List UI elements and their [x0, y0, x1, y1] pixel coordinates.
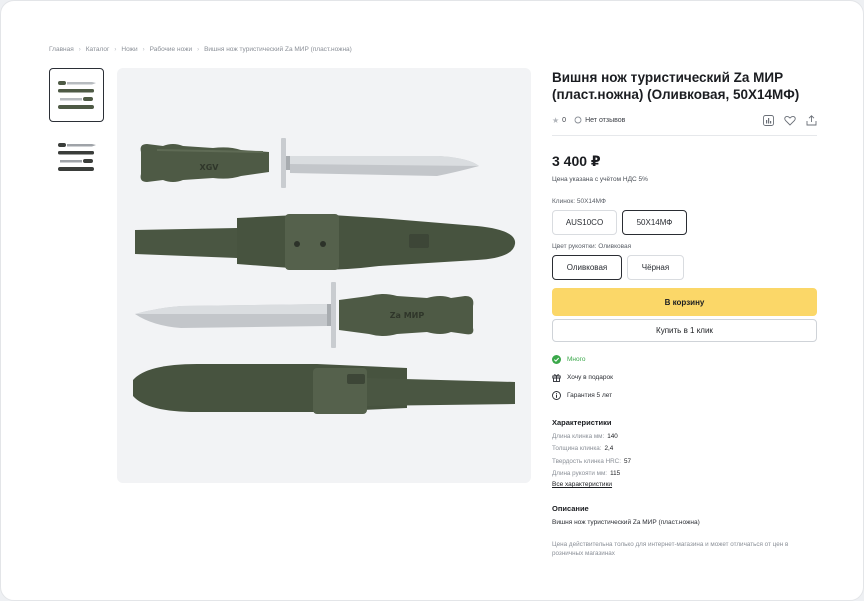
blade-label: Клинок: 50Х14МФ [552, 198, 606, 205]
breadcrumb-knives[interactable]: Ножи [121, 46, 137, 53]
divider [552, 135, 817, 136]
description-text: Вишня нож туристический Za МИР (пласт.но… [552, 519, 700, 526]
chevron-right-icon: › [197, 46, 200, 53]
rating-value: 0 [562, 116, 567, 124]
product-actions [763, 114, 817, 126]
breadcrumb-current: Вишня нож туристический Za МИР (пласт.но… [204, 46, 352, 53]
all-specs-link[interactable]: Все характеристики [552, 481, 817, 488]
add-to-cart-button[interactable]: В корзину [552, 288, 817, 316]
spec-value: 115 [610, 470, 621, 478]
gift-link[interactable]: Хочу в подарок [552, 372, 817, 382]
breadcrumb-home[interactable]: Главная [49, 46, 74, 53]
comment-icon [574, 116, 582, 124]
price-note: Цена действительна только для интернет-м… [552, 541, 789, 557]
spec-row: Длина клинка мм: 140 [552, 430, 817, 443]
main-product-image[interactable]: XGV Za МИР [117, 68, 531, 483]
knife-set-thumbnail-image [57, 81, 96, 109]
product-title: Вишня нож туристический Za МИР (пласт.но… [552, 70, 800, 102]
spec-row: Твердость клинка HRC: 57 [552, 455, 817, 468]
color-option-olive[interactable]: Оливковая [552, 255, 622, 280]
chevron-right-icon: › [114, 46, 117, 53]
buy-one-click-button[interactable]: Купить в 1 клик [552, 319, 817, 342]
blade-option-50x14mf[interactable]: 50Х14МФ [622, 210, 687, 235]
knife-2: Za МИР [135, 282, 474, 348]
color-label: Цвет рукоятки: Оливковая [552, 243, 632, 250]
thumbnail-list [49, 68, 104, 192]
specs-title: Характеристики [552, 418, 612, 427]
share-icon[interactable] [806, 114, 817, 126]
stock-text: Много [567, 355, 586, 363]
stock-status: Много [552, 354, 817, 364]
description-title: Описание [552, 504, 589, 513]
chevron-right-icon: › [78, 46, 81, 53]
color-option-black[interactable]: Чёрная [627, 255, 684, 280]
check-circle-icon [552, 354, 561, 364]
thumbnail-1[interactable] [49, 68, 104, 122]
breadcrumb: Главная › Каталог › Ножи › Рабочие ножи … [49, 46, 352, 53]
knife-set-thumbnail-image [57, 143, 96, 171]
warranty-info: Гарантия 5 лет [552, 390, 817, 400]
knife-1: XGV [140, 138, 479, 188]
reviews-link[interactable]: Нет отзывов [585, 117, 625, 124]
handle-engraving-2: Za МИР [390, 311, 425, 320]
blade-options: AUS10CO 50Х14МФ [552, 210, 817, 235]
vat-note: Цена указана с учётом НДС 5% [552, 176, 648, 183]
thumbnail-2[interactable] [49, 130, 104, 184]
spec-value: 140 [607, 432, 618, 440]
star-icon: ★ [552, 115, 560, 125]
sheath-2 [133, 364, 515, 414]
heart-icon[interactable] [784, 115, 796, 126]
handle-engraving: XGV [200, 163, 220, 172]
chevron-right-icon: › [142, 46, 145, 53]
warranty-text: Гарантия 5 лет [567, 391, 613, 399]
spec-label: Длина клинка мм: [552, 432, 605, 440]
spec-value: 2,4 [604, 445, 614, 453]
knife-product-image: XGV Za МИР [133, 138, 516, 414]
gift-text: Хочу в подарок [567, 373, 613, 381]
spec-label: Толщина клинка: [552, 445, 602, 453]
rating-row: ★ 0 Нет отзывов [552, 113, 817, 127]
compare-icon[interactable] [763, 114, 774, 126]
info-icon [552, 390, 561, 400]
product-price: 3 400 ₽ [552, 153, 601, 169]
product-card: Главная › Каталог › Ножи › Рабочие ножи … [0, 0, 864, 601]
spec-value: 57 [623, 457, 631, 465]
product-info-panel: Вишня нож туристический Za МИР (пласт.но… [552, 69, 817, 558]
spec-label: Длина рукояти мм: [552, 470, 608, 478]
color-options: Оливковая Чёрная [552, 255, 817, 280]
spec-label: Твердость клинка HRC: [552, 457, 621, 465]
breadcrumb-work-knives[interactable]: Рабочие ножи [150, 46, 192, 53]
blade-option-aus10co[interactable]: AUS10CO [552, 210, 617, 235]
spec-row: Длина рукояти мм: 115 [552, 468, 817, 481]
breadcrumb-catalog[interactable]: Каталог [86, 46, 110, 53]
sheath-1 [135, 214, 516, 270]
gift-icon [552, 373, 561, 382]
specs-list: Длина клинка мм: 140 Толщина клинка: 2,4… [552, 430, 817, 480]
spec-row: Толщина клинка: 2,4 [552, 443, 817, 456]
